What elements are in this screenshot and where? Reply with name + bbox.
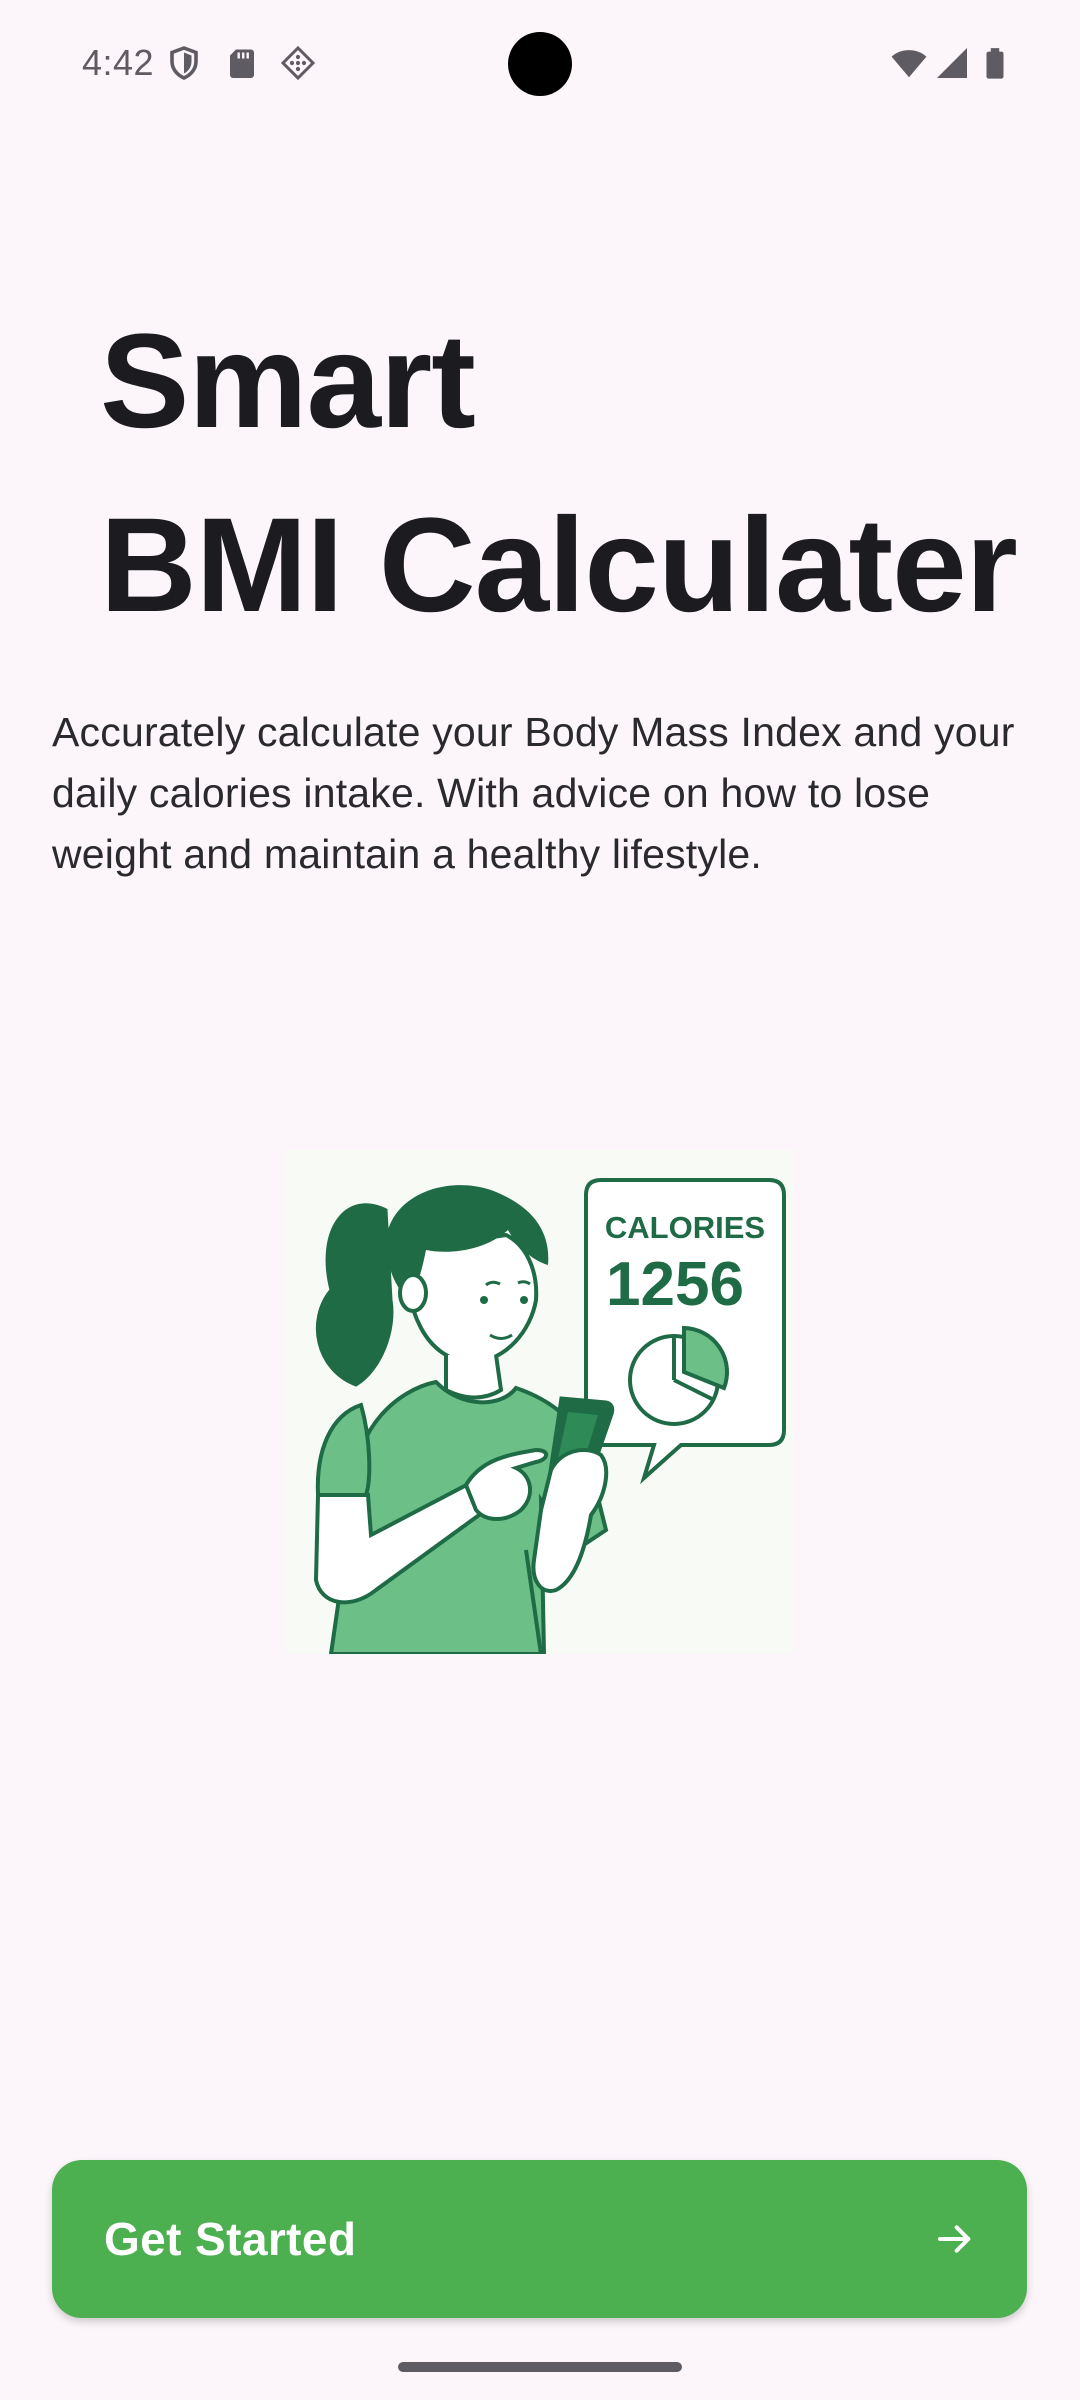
signal-icon: [937, 48, 967, 78]
page-title: Smart BMI Calculater: [100, 290, 1060, 658]
illustration: CALORIES 1256: [286, 1150, 794, 1654]
arrow-right-icon: [938, 2225, 971, 2253]
intro-description: Accurately calculate your Body Mass Inde…: [52, 709, 1015, 877]
cast-diamond-icon: [280, 45, 316, 81]
battery-icon: [986, 48, 1004, 79]
woman-with-phone-illustration: CALORIES 1256: [313, 1178, 786, 1654]
wifi-icon: [891, 50, 927, 78]
bubble-value: 1256: [606, 1250, 744, 1319]
welcome-screen: 4:42 Smart BMI Calculater Accurately cal…: [0, 0, 1080, 2400]
get-started-button[interactable]: Get Started: [52, 2160, 1027, 2318]
camera-cutout: [508, 32, 572, 96]
get-started-label: Get Started: [104, 2213, 357, 2265]
bubble-label: CALORIES: [605, 1210, 765, 1245]
shield-icon: [170, 46, 198, 80]
title-line-2: BMI Calculater: [100, 491, 1018, 640]
home-indicator[interactable]: [398, 2362, 682, 2372]
status-bar: 4:42: [0, 0, 1080, 130]
status-time: 4:42: [82, 42, 155, 83]
sd-card-icon: [230, 49, 254, 78]
title-line-1: Smart: [100, 307, 476, 456]
